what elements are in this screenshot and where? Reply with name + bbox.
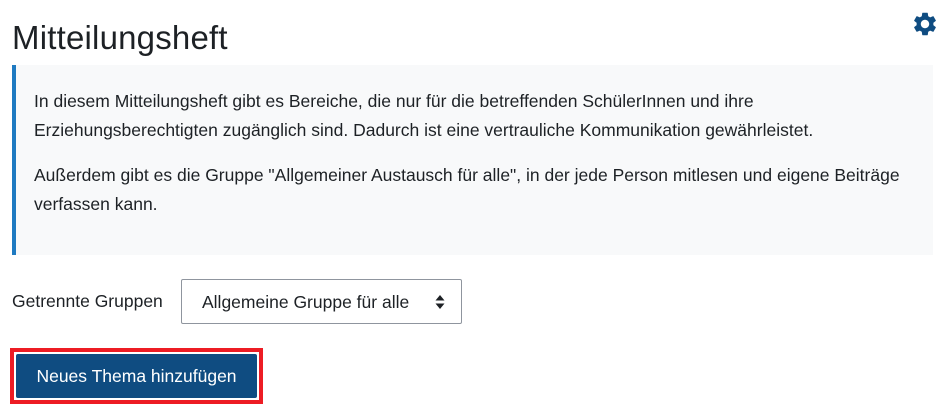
gear-icon[interactable]	[911, 10, 939, 38]
add-topic-button[interactable]: Neues Thema hinzufügen	[16, 354, 257, 398]
sort-caret-icon	[435, 295, 445, 309]
group-select[interactable]: Allgemeine Gruppe für alle	[181, 279, 462, 324]
intro-paragraph-2: Außerdem gibt es die Gruppe "Allgemeiner…	[34, 165, 900, 214]
page-title: Mitteilungsheft	[12, 19, 228, 56]
group-filter-label: Getrennte Gruppen	[12, 291, 163, 311]
group-select-value: Allgemeine Gruppe für alle	[202, 292, 410, 312]
intro-paragraph-1: In diesem Mitteilungsheft gibt es Bereic…	[34, 91, 814, 140]
intro-box: In diesem Mitteilungsheft gibt es Bereic…	[12, 65, 933, 255]
